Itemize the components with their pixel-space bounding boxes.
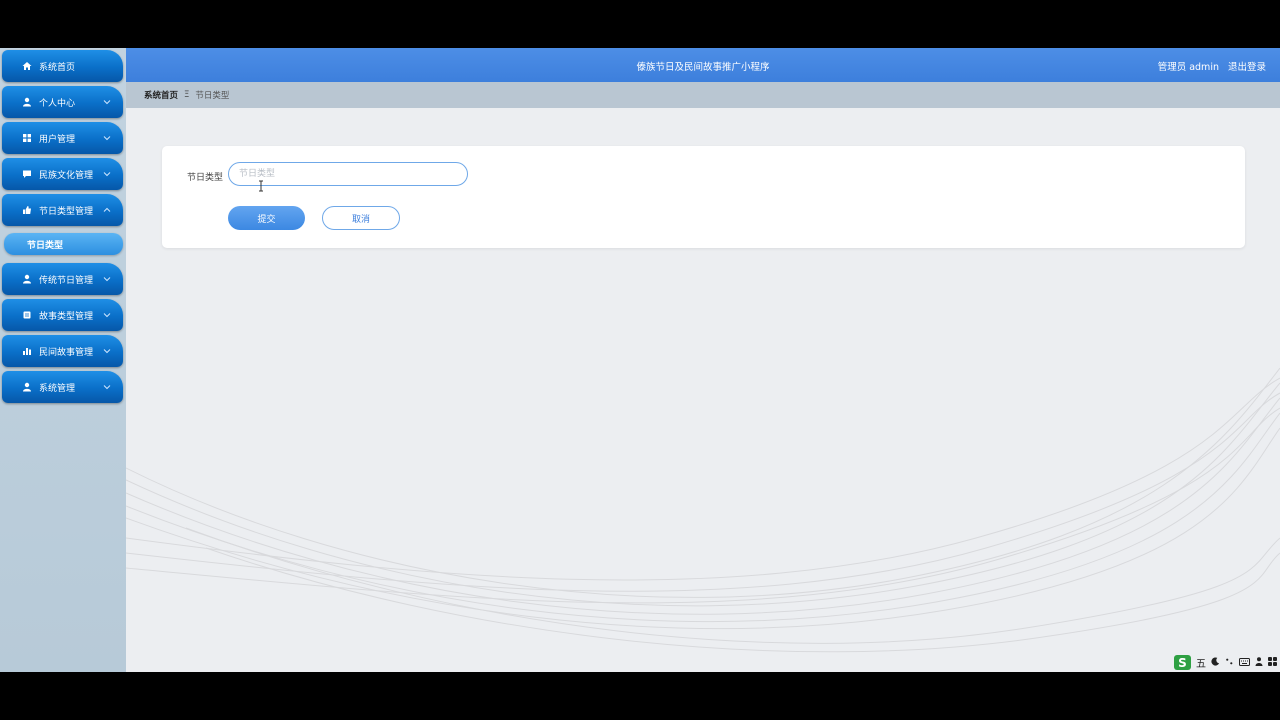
sidebar-item-label: 系统首页	[39, 62, 76, 73]
cancel-button[interactable]: 取消	[322, 206, 400, 230]
ime-tray: S 五	[1170, 653, 1280, 672]
person-icon	[20, 380, 34, 394]
form-card: 节日类型 提交 取消	[162, 146, 1245, 248]
app-screen: 系统首页 个人中心 用户管理 民族文化管理 节日类型管理 节日类型 传统节日管理…	[0, 48, 1280, 672]
breadcrumb-separator: Ξ	[184, 90, 190, 100]
sogou-ime-icon[interactable]: S	[1174, 655, 1191, 670]
sidebar-item-home[interactable]: 系统首页	[2, 50, 123, 82]
sidebar-item-label: 个人中心	[39, 98, 76, 109]
sidebar-item-ethnic-culture[interactable]: 民族文化管理	[2, 158, 123, 190]
user-label: 管理员 admin	[1157, 62, 1219, 73]
chevron-down-icon	[103, 385, 111, 390]
breadcrumb-current: 节日类型	[195, 91, 230, 101]
keyboard-icon[interactable]	[1239, 656, 1250, 669]
user-icon[interactable]	[1255, 656, 1263, 669]
thumbs-up-icon	[20, 203, 34, 217]
main-content: 节日类型 提交 取消	[126, 108, 1280, 672]
home-icon	[20, 59, 34, 73]
top-header: 傣族节日及民间故事推广小程序 管理员 admin 退出登录	[126, 48, 1280, 82]
sidebar-item-festival-type[interactable]: 节日类型管理	[2, 194, 123, 226]
chat-icon	[20, 167, 34, 181]
grid-icon	[20, 131, 34, 145]
doc-icon	[20, 308, 34, 322]
festival-type-label: 节日类型	[187, 173, 224, 183]
punctuation-icon[interactable]	[1225, 656, 1234, 669]
text-cursor-icon	[259, 180, 263, 192]
sidebar-item-story-type[interactable]: 故事类型管理	[2, 299, 123, 331]
sidebar-item-label: 民间故事管理	[39, 347, 94, 358]
sidebar-item-label: 用户管理	[39, 134, 76, 145]
chevron-down-icon	[103, 136, 111, 141]
moon-icon[interactable]	[1211, 656, 1220, 669]
festival-type-input[interactable]	[228, 162, 468, 186]
sidebar-item-folk-story[interactable]: 民间故事管理	[2, 335, 123, 367]
ime-mode-label[interactable]: 五	[1196, 655, 1206, 670]
app-title: 傣族节日及民间故事推广小程序	[636, 62, 770, 73]
logout-link[interactable]: 退出登录	[1228, 59, 1266, 73]
bar-chart-icon	[20, 344, 34, 358]
sidebar-item-system-management[interactable]: 系统管理	[2, 371, 123, 403]
sidebar-item-user-management[interactable]: 用户管理	[2, 122, 123, 154]
breadcrumb-home[interactable]: 系统首页	[144, 89, 178, 101]
sidebar-item-traditional-festival[interactable]: 传统节日管理	[2, 263, 123, 295]
chevron-down-icon	[103, 313, 111, 318]
sidebar-subitem-festival-type[interactable]: 节日类型	[4, 233, 123, 255]
sidebar: 系统首页 个人中心 用户管理 民族文化管理 节日类型管理 节日类型 传统节日管理…	[0, 48, 126, 672]
sidebar-item-label: 节日类型管理	[39, 206, 94, 217]
sidebar-item-label: 传统节日管理	[39, 275, 94, 286]
sidebar-item-label: 系统管理	[39, 383, 76, 394]
chevron-up-icon	[103, 207, 111, 212]
sidebar-item-personal-center[interactable]: 个人中心	[2, 86, 123, 118]
header-user-area: 管理员 admin 退出登录	[1158, 59, 1266, 73]
chevron-down-icon	[103, 172, 111, 177]
chevron-down-icon	[103, 277, 111, 282]
person-icon	[20, 272, 34, 286]
sidebar-item-label: 民族文化管理	[39, 170, 94, 181]
sidebar-item-label: 故事类型管理	[39, 311, 94, 322]
sidebar-subitem-label: 节日类型	[27, 240, 64, 251]
chevron-down-icon	[103, 100, 111, 105]
person-icon	[20, 95, 34, 109]
breadcrumb: 系统首页 Ξ 节日类型	[126, 82, 1280, 108]
chevron-down-icon	[103, 349, 111, 354]
apps-grid-icon[interactable]	[1268, 656, 1277, 669]
submit-button[interactable]: 提交	[228, 206, 305, 230]
